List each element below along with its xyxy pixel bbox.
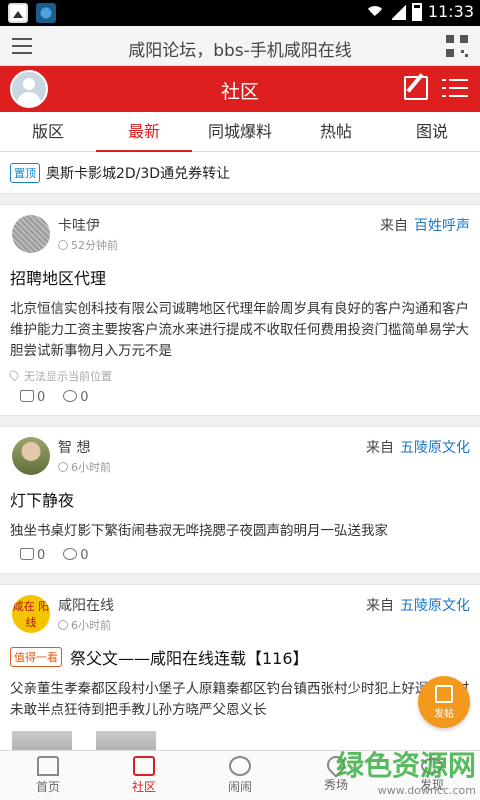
post-time: 52分钟前 — [71, 239, 118, 252]
compose-icon — [435, 685, 453, 703]
post-title[interactable]: 灯下静夜 — [10, 487, 470, 511]
watermark-text: 绿色资源网 — [335, 749, 476, 782]
new-post-label: 发帖 — [434, 709, 454, 720]
post-image[interactable] — [96, 731, 156, 750]
compose-icon[interactable] — [404, 76, 428, 100]
author-name[interactable]: 智 想 — [58, 437, 90, 457]
nav-community[interactable]: 社区 — [96, 751, 192, 800]
like-button[interactable]: 0 — [20, 390, 45, 405]
wifi-icon — [364, 4, 386, 20]
pinned-post[interactable]: 置顶 奥斯卡影城2D/3D通兑券转让 — [0, 152, 480, 194]
author-name[interactable]: 卡哇伊 — [58, 215, 100, 235]
clock-icon — [58, 620, 68, 630]
post-card[interactable]: 智 想 6小时前 来自 五陵原文化 灯下静夜 独坐书桌灯影下繁街闹巷寂无哗挠腮子夜… — [0, 426, 480, 574]
post-title: 祭父文——咸阳在线连载【116】 — [70, 649, 309, 668]
browser-bar: 咸阳论坛，bbs-手机咸阳在线 — [0, 26, 480, 66]
feed: 置顶 奥斯卡影城2D/3D通兑券转让 卡哇伊 52分钟前 来自 百姓呼声 招聘地区… — [0, 152, 480, 750]
community-icon — [133, 756, 155, 776]
comment-count: 0 — [80, 390, 89, 405]
like-count: 0 — [37, 390, 46, 405]
thumbs-up-icon — [20, 390, 34, 402]
nav-chat[interactable]: 闹闹 — [192, 751, 288, 800]
signal-icon — [391, 3, 406, 20]
comment-button[interactable]: 0 — [63, 390, 89, 405]
tab-boards[interactable]: 版区 — [0, 112, 96, 151]
post-image[interactable] — [12, 731, 72, 750]
tab-local-news[interactable]: 同城爆料 — [192, 112, 288, 151]
post-body: 父亲董生孝秦都区段村小堡子人原籍秦都区钓台镇西张村少时犯上好逞强省时未敢半点狂待… — [10, 681, 469, 718]
from-label: 来自 — [366, 598, 394, 614]
comment-button[interactable]: 0 — [63, 548, 89, 563]
post-body: 独坐书桌灯影下繁街闹巷寂无哗挠腮子夜圆声韵明月一弘送我家 — [10, 523, 388, 539]
comment-icon — [63, 548, 78, 560]
board-link[interactable]: 百姓呼声 — [414, 218, 470, 234]
tab-latest[interactable]: 最新 — [96, 112, 192, 152]
nav-label: 首页 — [35, 780, 60, 794]
thumbs-up-icon — [20, 548, 34, 560]
tab-hot[interactable]: 热帖 — [288, 112, 384, 151]
author-avatar-logo[interactable]: 咸在 阳线 — [12, 595, 50, 633]
post-title-row[interactable]: 值得一看 祭父文——咸阳在线连载【116】 — [10, 645, 470, 669]
clock-icon — [58, 462, 68, 472]
comment-icon — [63, 390, 78, 402]
post-time: 6小时前 — [71, 461, 111, 474]
post-card[interactable]: 咸在 阳线 咸阳在线 6小时前 来自 五陵原文化 值得一看 祭父文——咸阳在线连载… — [0, 584, 480, 750]
app-notification-icon — [36, 3, 56, 23]
pinned-badge: 置顶 — [10, 162, 40, 183]
post-title[interactable]: 招聘地区代理 — [10, 265, 470, 289]
pinned-title: 奥斯卡影城2D/3D通兑券转让 — [46, 165, 231, 182]
watermark: 绿色资源网 www.downcc.com — [336, 744, 476, 797]
battery-icon — [411, 2, 422, 21]
from-label: 来自 — [380, 218, 408, 234]
image-notification-icon — [8, 3, 28, 23]
like-count: 0 — [37, 548, 46, 563]
board-link[interactable]: 五陵原文化 — [400, 440, 470, 456]
status-bar: 11:33 — [0, 0, 480, 26]
chat-icon — [229, 756, 251, 776]
app-header: 社区 — [0, 66, 480, 112]
author-name[interactable]: 咸阳在线 — [58, 595, 114, 615]
status-time: 11:33 — [427, 2, 474, 21]
tab-bar: 版区 最新 同城爆料 热帖 图说 — [0, 112, 480, 152]
home-icon — [37, 756, 59, 776]
board-link[interactable]: 五陵原文化 — [400, 598, 470, 614]
nav-home[interactable]: 首页 — [0, 751, 96, 800]
post-card[interactable]: 卡哇伊 52分钟前 来自 百姓呼声 招聘地区代理 北京恒信实创科技有限公司诚聘地区… — [0, 204, 480, 416]
nav-label: 社区 — [131, 780, 156, 794]
recommend-badge: 值得一看 — [10, 647, 62, 667]
author-avatar[interactable] — [12, 437, 50, 475]
from-label: 来自 — [366, 440, 394, 456]
post-time: 6小时前 — [71, 619, 111, 632]
nav-label: 闹闹 — [227, 780, 252, 794]
watermark-url: www.downcc.com — [377, 784, 476, 797]
list-menu-icon[interactable] — [442, 77, 468, 99]
location-icon — [7, 368, 21, 382]
clock-icon — [58, 240, 68, 250]
comment-count: 0 — [80, 548, 89, 563]
post-location: 无法显示当前位置 — [24, 370, 112, 383]
new-post-button[interactable]: 发帖 — [418, 676, 470, 728]
post-body: 北京恒信实创科技有限公司诚聘地区代理年龄周岁具有良好的客户沟通和客户维护能力工资… — [10, 301, 469, 359]
tab-photos[interactable]: 图说 — [384, 112, 480, 151]
author-avatar[interactable] — [12, 215, 50, 253]
browser-title: 咸阳论坛，bbs-手机咸阳在线 — [128, 41, 352, 61]
qr-code-icon[interactable] — [446, 35, 468, 57]
like-button[interactable]: 0 — [20, 548, 45, 563]
